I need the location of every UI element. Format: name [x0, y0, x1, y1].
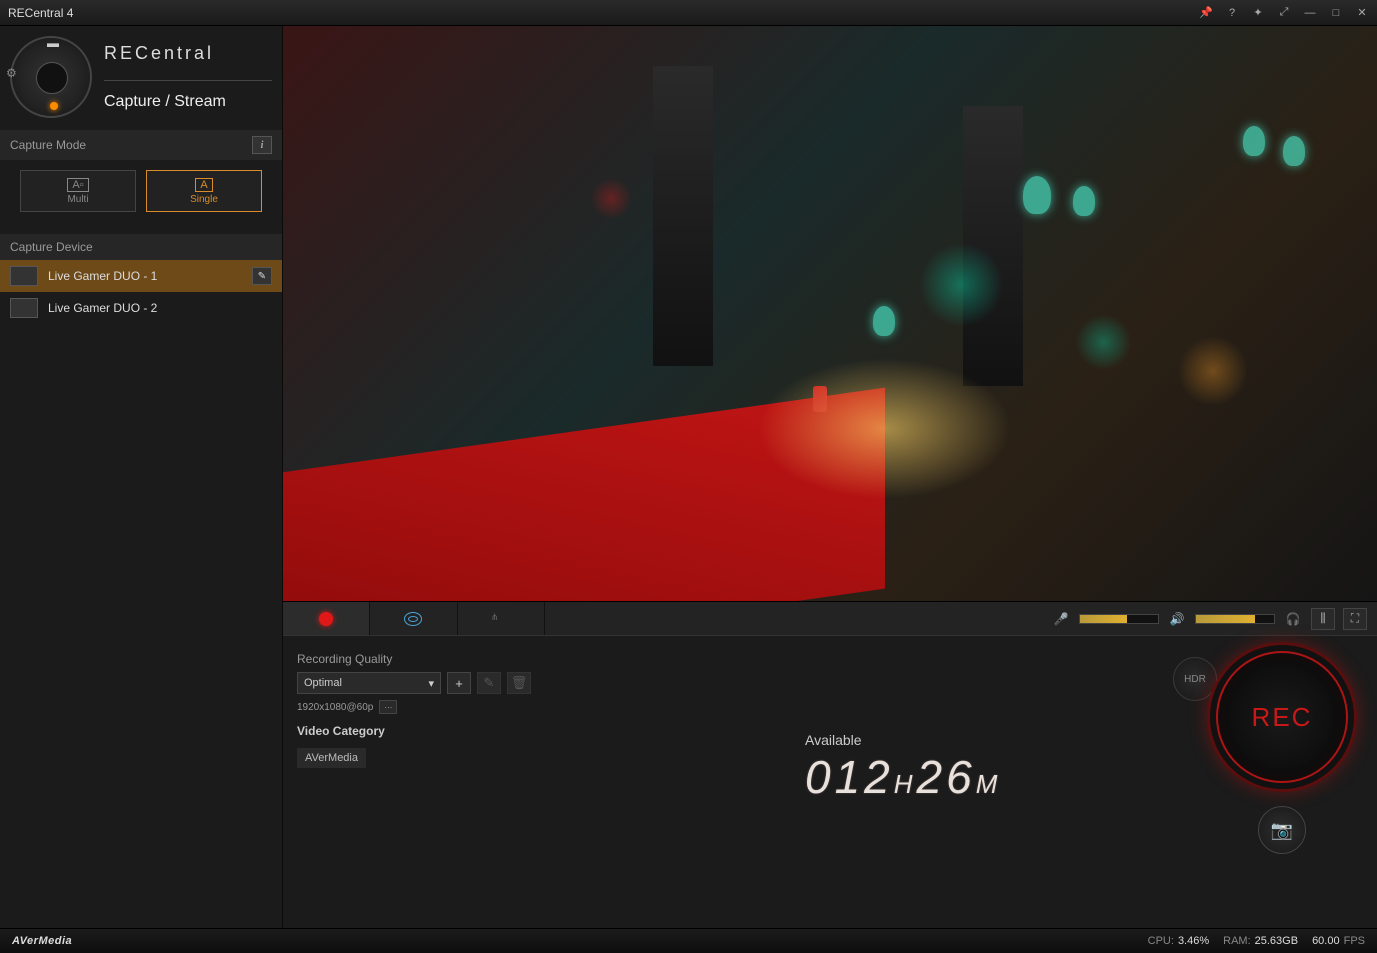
minimize-icon[interactable]: — — [1303, 6, 1317, 20]
speaker-meter[interactable] — [1195, 614, 1275, 624]
tab-multistream[interactable]: ⋔ — [458, 602, 545, 635]
hours-unit: H — [894, 769, 917, 799]
page-title: Capture / Stream — [104, 80, 272, 111]
record-button[interactable]: REC — [1207, 642, 1357, 792]
brand-logo: RECentral — [104, 43, 272, 64]
capture-device-label: Capture Device — [10, 240, 93, 254]
mode-single-label: Single — [190, 194, 218, 205]
device-thumb-icon — [10, 266, 38, 286]
delete-preset-button[interactable]: 🗑 — [507, 672, 531, 694]
available-hours: 012 — [805, 751, 894, 803]
camera-icon: 📷 — [1271, 820, 1293, 841]
add-preset-button[interactable]: + — [447, 672, 471, 694]
multistream-icon: ⋔ — [491, 612, 511, 626]
cpu-label: CPU: — [1148, 935, 1174, 947]
minutes-unit: M — [976, 769, 1002, 799]
pin2-icon[interactable]: ✦ — [1251, 6, 1265, 20]
mode-single-button[interactable]: A Single — [146, 170, 262, 212]
capture-mode-label: Capture Mode — [10, 138, 86, 152]
window-controls: 📌 ? ✦ ⤢ — □ ✕ — [1199, 6, 1369, 20]
info-button[interactable]: i — [252, 136, 272, 154]
pin-icon[interactable]: 📌 — [1199, 6, 1213, 20]
video-category-value[interactable]: AVerMedia — [297, 748, 366, 768]
single-glyph-icon: A — [195, 178, 212, 192]
capture-device-header: Capture Device — [0, 234, 282, 260]
ram-value: 25.63GB — [1255, 935, 1298, 947]
gear-icon: ⚙ — [6, 66, 46, 106]
device-item-label: Live Gamer DUO - 2 — [48, 301, 157, 315]
chevron-down-icon: ▾ — [428, 677, 434, 690]
footer-brand: AVerMedia — [12, 935, 72, 947]
resolution-text: 1920x1080@60p — [297, 702, 373, 713]
available-minutes: 26 — [917, 751, 976, 803]
mode-multi-button[interactable]: A▫ Multi — [20, 170, 136, 212]
help-icon[interactable]: ? — [1225, 6, 1239, 20]
pencil-icon[interactable]: ✎ — [252, 267, 272, 285]
rec-label: REC — [1252, 702, 1313, 733]
sidebar: ▬ ⚙ RECentral Capture / Stream Capture M… — [0, 26, 283, 928]
app-title: RECentral 4 — [8, 6, 1199, 20]
close-icon[interactable]: ✕ — [1355, 6, 1369, 20]
edit-preset-button[interactable]: ✎ — [477, 672, 501, 694]
multi-glyph-icon: A▫ — [67, 178, 88, 192]
dial-indicator — [50, 102, 58, 110]
screenshot-button[interactable]: 📷 — [1258, 806, 1306, 854]
cpu-value: 3.46% — [1178, 935, 1209, 947]
available-label: Available — [805, 732, 1001, 748]
quality-selected-value: Optimal — [304, 677, 342, 689]
mode-dial[interactable]: ▬ ⚙ — [10, 36, 92, 118]
fps-value: 60.00 — [1312, 935, 1340, 947]
device-item-2[interactable]: Live Gamer DUO - 2 — [0, 292, 282, 324]
speaker-icon[interactable]: 🔊 — [1167, 609, 1187, 629]
statusbar: AVerMedia CPU: 3.46% RAM: 25.63GB 60.00 … — [0, 928, 1377, 953]
hdr-label: HDR — [1184, 674, 1206, 685]
ram-label: RAM: — [1223, 935, 1251, 947]
available-time: 012H26M — [805, 750, 1001, 807]
quality-select[interactable]: Optimal ▾ — [297, 672, 441, 694]
device-thumb-icon — [10, 298, 38, 318]
expand-icon[interactable]: ⤢ — [1277, 6, 1291, 20]
mixer-button[interactable]: ⫼ — [1311, 608, 1335, 630]
mic-meter[interactable] — [1079, 614, 1159, 624]
titlebar: RECentral 4 📌 ? ✦ ⤢ — □ ✕ — [0, 0, 1377, 26]
headphone-icon[interactable]: 🎧 — [1283, 609, 1303, 629]
recording-quality-label: Recording Quality — [297, 652, 531, 666]
tab-record[interactable] — [283, 602, 370, 635]
fps-label: FPS — [1344, 935, 1365, 947]
device-item-label: Live Gamer DUO - 1 — [48, 269, 157, 283]
mode-multi-label: Multi — [67, 194, 88, 205]
device-item-1[interactable]: Live Gamer DUO - 1 ✎ — [0, 260, 282, 292]
tab-stream[interactable] — [370, 602, 457, 635]
fullscreen-button[interactable]: ⛶ — [1343, 608, 1367, 630]
video-category-label: Video Category — [297, 724, 531, 738]
resolution-more-button[interactable]: ⋯ — [379, 700, 397, 714]
maximize-icon[interactable]: □ — [1329, 6, 1343, 20]
mic-icon[interactable]: 🎤 — [1051, 609, 1071, 629]
broadcast-icon — [404, 612, 422, 626]
video-preview[interactable] — [283, 26, 1377, 602]
capture-mode-header: Capture Mode i — [0, 130, 282, 160]
record-dot-icon — [319, 612, 333, 626]
